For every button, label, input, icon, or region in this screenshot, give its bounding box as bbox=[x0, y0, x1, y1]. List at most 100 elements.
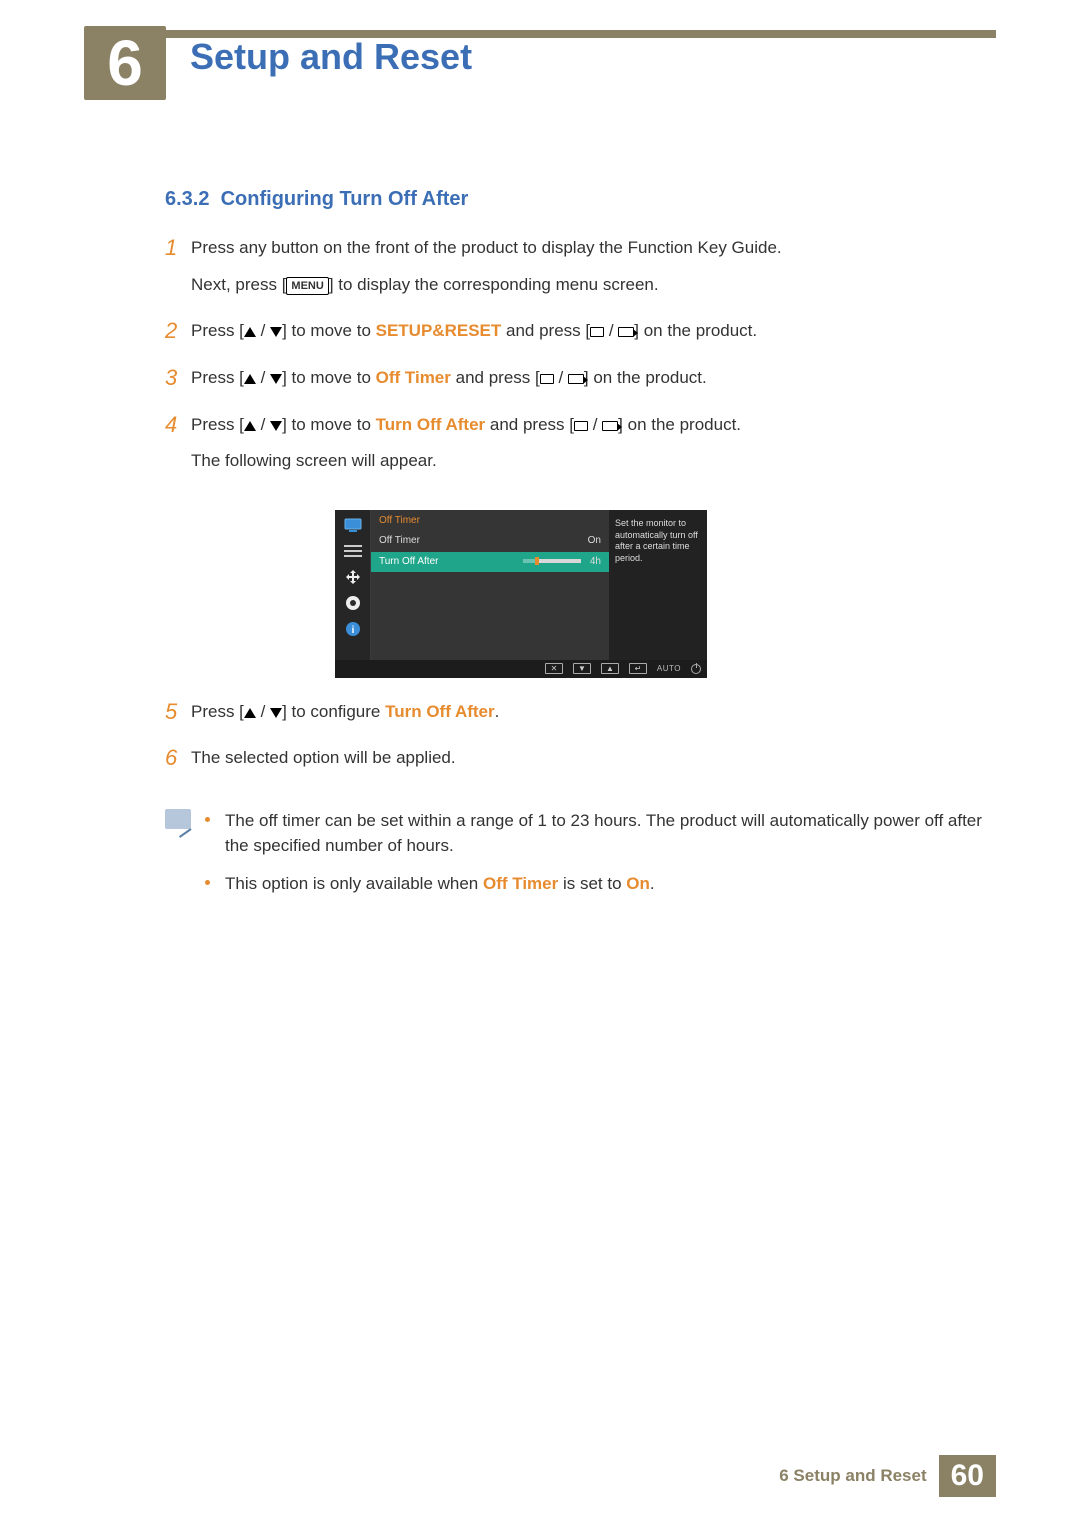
osd-sidebar: i bbox=[335, 510, 371, 660]
note-item-2: This option is only available when Off T… bbox=[205, 872, 994, 897]
text: ] on the product. bbox=[634, 321, 757, 340]
text: Next, press [ bbox=[191, 275, 286, 294]
osd-row-off-timer: Off Timer On bbox=[371, 531, 609, 552]
page-content: 6.3.2 Configuring Turn Off After 1 Press… bbox=[165, 185, 994, 911]
step-1: 1 Press any button on the front of the p… bbox=[165, 236, 994, 309]
power-icon bbox=[691, 664, 701, 674]
step-body: Press [ / ] to move to SETUP&RESET and p… bbox=[191, 319, 994, 356]
text: and press [ bbox=[501, 321, 590, 340]
triangle-down-icon bbox=[270, 421, 282, 431]
triangle-up-icon bbox=[244, 708, 256, 718]
step-body: Press [ / ] to move to Turn Off After an… bbox=[191, 413, 994, 486]
gear-icon bbox=[343, 594, 363, 612]
footer-chapter-label: 6 Setup and Reset bbox=[779, 1455, 938, 1497]
text: ] to display the corresponding menu scre… bbox=[329, 275, 659, 294]
step-number: 5 bbox=[165, 700, 191, 737]
osd-row-label: Turn Off After bbox=[379, 555, 438, 570]
down-key-icon: ▼ bbox=[573, 663, 591, 674]
step-6: 6 The selected option will be applied. bbox=[165, 746, 994, 783]
enter-key-icon bbox=[618, 327, 634, 337]
menu-key-icon: MENU bbox=[286, 277, 328, 295]
triangle-down-icon bbox=[270, 708, 282, 718]
text: and press [ bbox=[485, 415, 574, 434]
auto-label: AUTO bbox=[657, 663, 681, 675]
osd-row-label: Off Timer bbox=[379, 534, 420, 549]
text: ] on the product. bbox=[618, 415, 741, 434]
step-4-trailer: The following screen will appear. bbox=[191, 449, 994, 474]
osd-row-value-wrap: 4h bbox=[523, 555, 601, 570]
svg-text:i: i bbox=[351, 625, 354, 636]
text: is set to bbox=[558, 874, 626, 893]
osd-row-value: On bbox=[588, 534, 601, 549]
slider-icon bbox=[523, 559, 581, 563]
text: Press [ bbox=[191, 368, 244, 387]
text: ] to configure bbox=[282, 702, 385, 721]
step-3: 3 Press [ / ] to move to Off Timer and p… bbox=[165, 366, 994, 403]
chapter-title: Setup and Reset bbox=[190, 36, 472, 78]
osd-title: Off Timer bbox=[371, 510, 609, 532]
step-number: 2 bbox=[165, 319, 191, 356]
text: . bbox=[650, 874, 655, 893]
source-key-icon bbox=[574, 421, 588, 431]
page-footer: 6 Setup and Reset 60 bbox=[779, 1455, 996, 1497]
step-body: Press [ / ] to move to Off Timer and pre… bbox=[191, 366, 994, 403]
step-body: Press any button on the front of the pro… bbox=[191, 236, 994, 309]
list-icon bbox=[343, 542, 363, 560]
picture-icon bbox=[343, 516, 363, 534]
osd-row-value: 4h bbox=[590, 556, 601, 567]
osd-help-panel: Set the monitor to automatically turn of… bbox=[609, 510, 707, 660]
source-key-icon bbox=[540, 374, 554, 384]
close-key-icon: ✕ bbox=[545, 663, 563, 674]
osd-screenshot: i Off Timer Off Timer On Turn Off After bbox=[335, 510, 707, 678]
enter-key-icon bbox=[568, 374, 584, 384]
section-heading: 6.3.2 Configuring Turn Off After bbox=[165, 185, 994, 214]
emph-on: On bbox=[626, 874, 650, 893]
note-list: The off timer can be set within a range … bbox=[205, 809, 994, 911]
note-icon bbox=[165, 809, 191, 829]
step-number: 1 bbox=[165, 236, 191, 309]
info-icon: i bbox=[343, 620, 363, 638]
note-item-1: The off timer can be set within a range … bbox=[205, 809, 994, 858]
footer-page-number: 60 bbox=[939, 1455, 996, 1497]
step-5: 5 Press [ / ] to configure Turn Off Afte… bbox=[165, 700, 994, 737]
size-icon bbox=[343, 568, 363, 586]
step-body: Press [ / ] to configure Turn Off After. bbox=[191, 700, 994, 737]
enter-key-icon: ↵ bbox=[629, 663, 647, 674]
osd-center-panel: Off Timer Off Timer On Turn Off After 4h bbox=[371, 510, 609, 660]
text: This option is only available when bbox=[225, 874, 483, 893]
enter-key-icon bbox=[602, 421, 618, 431]
text: ] on the product. bbox=[584, 368, 707, 387]
triangle-down-icon bbox=[270, 327, 282, 337]
step-body: The selected option will be applied. bbox=[191, 746, 994, 783]
target-label: Turn Off After bbox=[385, 702, 495, 721]
note-block: The off timer can be set within a range … bbox=[165, 809, 994, 911]
target-label: SETUP&RESET bbox=[376, 321, 502, 340]
text: ] to move to bbox=[282, 321, 376, 340]
text: and press [ bbox=[451, 368, 540, 387]
triangle-down-icon bbox=[270, 374, 282, 384]
text: . bbox=[495, 702, 500, 721]
step-6-text: The selected option will be applied. bbox=[191, 746, 994, 771]
emph-off-timer: Off Timer bbox=[483, 874, 558, 893]
step-2: 2 Press [ / ] to move to SETUP&RESET and… bbox=[165, 319, 994, 356]
osd-footer: ✕ ▼ ▲ ↵ AUTO bbox=[335, 660, 707, 678]
step-4: 4 Press [ / ] to move to Turn Off After … bbox=[165, 413, 994, 486]
up-key-icon: ▲ bbox=[601, 663, 619, 674]
text: Press [ bbox=[191, 321, 244, 340]
text: ] to move to bbox=[282, 415, 376, 434]
chapter-number-badge: 6 bbox=[84, 26, 166, 100]
text: Press [ bbox=[191, 415, 244, 434]
triangle-up-icon bbox=[244, 327, 256, 337]
section-title: Configuring Turn Off After bbox=[221, 188, 469, 210]
target-label: Turn Off After bbox=[376, 415, 486, 434]
source-key-icon bbox=[590, 327, 604, 337]
step-number: 3 bbox=[165, 366, 191, 403]
target-label: Off Timer bbox=[376, 368, 451, 387]
section-number: 6.3.2 bbox=[165, 188, 209, 210]
step-1-line-1: Press any button on the front of the pro… bbox=[191, 236, 994, 261]
step-number: 4 bbox=[165, 413, 191, 486]
osd-row-turn-off-after: Turn Off After 4h bbox=[371, 552, 609, 573]
text: ] to move to bbox=[282, 368, 376, 387]
triangle-up-icon bbox=[244, 374, 256, 384]
triangle-up-icon bbox=[244, 421, 256, 431]
